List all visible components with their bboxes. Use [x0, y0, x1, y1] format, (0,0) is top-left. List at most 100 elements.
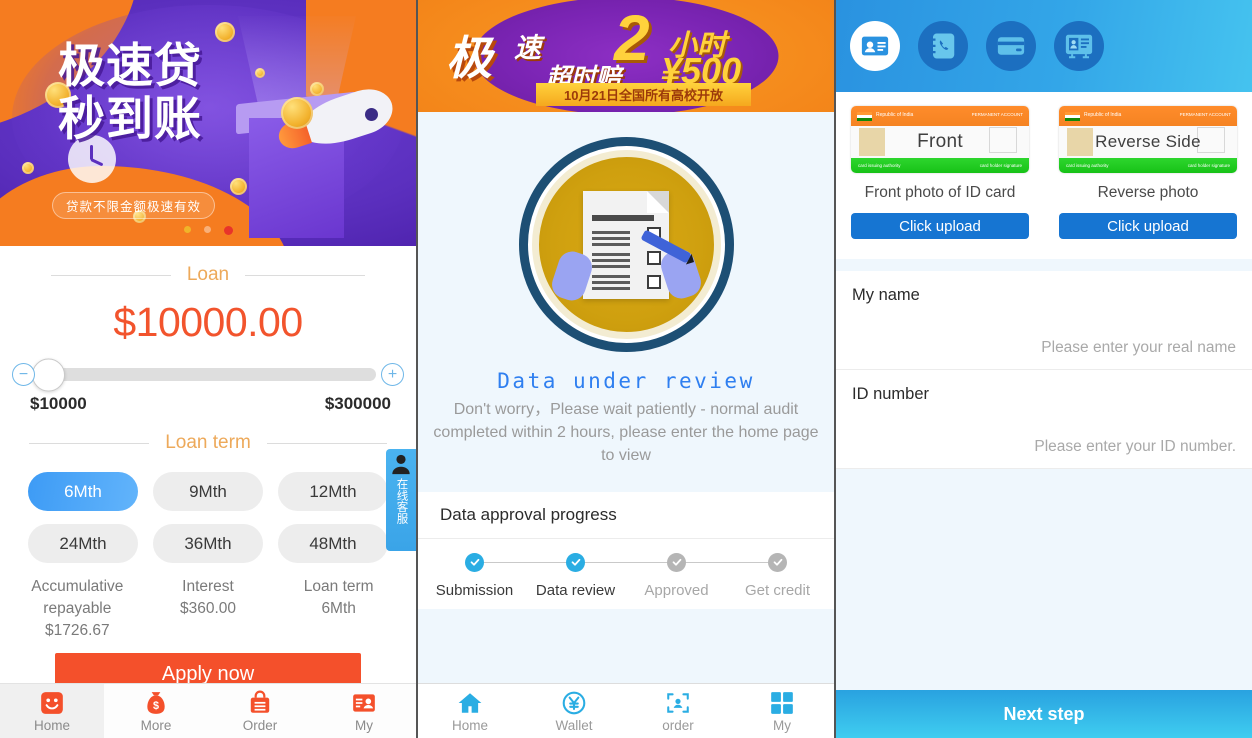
header-step-phone-contacts[interactable]: [918, 21, 968, 71]
promo-ribbon-text: 10月21日全国所有高校开放: [536, 83, 751, 106]
promo-banner[interactable]: 极 速 2 小时 超时赔 ¥500 10月21日全国所有高校开放: [418, 0, 834, 112]
term-option-12mth[interactable]: 12Mth: [277, 472, 388, 511]
loan-term-section-header: Loan term: [0, 432, 416, 454]
loan-section-header: Loan: [0, 264, 416, 286]
tab-label: Home: [33, 717, 70, 733]
id-card-top-right: PERMANENT ACCOUNT: [1179, 112, 1231, 117]
id-card-middle: Reverse Side: [1059, 126, 1237, 158]
upload-reverse-button[interactable]: Click upload: [1059, 213, 1237, 239]
next-step-button[interactable]: Next step: [836, 690, 1252, 738]
bottom-tabbar[interactable]: Home $ More Order My: [0, 683, 416, 738]
promo-word-2: 速: [514, 33, 541, 63]
step-check-icon: [566, 552, 585, 572]
step-check-icon: [465, 552, 484, 572]
id-card-bottom-band: card issuing authority card holder signa…: [1059, 158, 1237, 173]
step-approved: Approved: [626, 552, 778, 599]
upload-front-caption: Front photo of ID card: [864, 184, 1016, 201]
term-option-9mth[interactable]: 9Mth: [152, 472, 263, 511]
doc-line: [592, 230, 630, 234]
upload-front: Republic of India PERMANENT ACCOUNT Fron…: [836, 106, 1044, 239]
tab-my[interactable]: My: [730, 684, 834, 738]
review-illustration: [518, 137, 734, 352]
increase-amount-button[interactable]: +: [381, 363, 404, 386]
yen-circle-icon: [562, 691, 586, 714]
id-signature-box: [1197, 127, 1225, 153]
carousel-dot-1[interactable]: [183, 226, 191, 233]
doc-line: [592, 236, 630, 240]
loan-app-panel: 极速贷 秒到账 贷款不限金额极速有效 Loan $10000.00 − + $1…: [0, 0, 418, 738]
banner-title-line1: 极速贷: [58, 39, 202, 92]
verification-step-header[interactable]: [836, 0, 1252, 92]
step-connector: [575, 561, 677, 564]
id-card-reverse-preview: Republic of India PERMANENT ACCOUNT Reve…: [1059, 106, 1237, 173]
upload-front-button[interactable]: Click upload: [851, 213, 1029, 239]
doc-line: [592, 252, 630, 256]
house-icon: [458, 692, 482, 713]
field-label: My name: [852, 286, 920, 304]
rocket-window-icon: [365, 108, 378, 121]
header-step-certificate-card[interactable]: [1054, 21, 1104, 71]
banner-title-line2: 秒到账: [58, 91, 202, 145]
coin-icon: [281, 97, 313, 129]
smiley-face-icon: [41, 691, 63, 714]
term-option-48mth[interactable]: 48Mth: [277, 524, 388, 563]
loan-amount-slider-track[interactable]: [32, 358, 376, 391]
promo-banner-carousel[interactable]: 极速贷 秒到账 贷款不限金额极速有效: [0, 0, 416, 246]
doc-line: [592, 264, 630, 268]
doc-line: [592, 286, 630, 290]
id-card-country: Republic of India: [1084, 112, 1122, 118]
tab-order[interactable]: Order: [208, 684, 312, 738]
identity-verification-panel: Republic of India PERMANENT ACCOUNT Fron…: [836, 0, 1252, 738]
review-illustration-inner: [531, 150, 721, 339]
loan-min-label: $10000: [30, 394, 87, 413]
term-option-6mth[interactable]: 6Mth: [28, 472, 138, 511]
step-get-credit: Get credit: [727, 552, 828, 599]
summary-title: Loan term: [303, 578, 374, 595]
name-input[interactable]: Please enter your real name: [852, 339, 1236, 357]
checkbox-empty-icon: [647, 274, 661, 289]
carousel-dot-3[interactable]: [223, 226, 233, 235]
id-card-bottom-band: card issuing authority card holder signa…: [851, 158, 1029, 173]
doc-line: [592, 242, 630, 246]
checkbox-checked-icon: [647, 250, 661, 265]
carousel-dot-2[interactable]: [203, 226, 211, 233]
certificate-card-icon: [1065, 34, 1093, 59]
tab-my[interactable]: My: [312, 684, 416, 738]
doc-line: [592, 274, 630, 278]
term-option-36mth[interactable]: 36Mth: [152, 524, 263, 563]
id-card-bottom-left: card issuing authority: [1066, 163, 1109, 168]
review-status-description: Don't worry，Please wait patiently - norm…: [433, 401, 819, 465]
coin-icon: [310, 82, 324, 96]
step-label: Submission: [435, 581, 514, 599]
customer-service-agent-icon: [392, 454, 410, 475]
field-my-name[interactable]: My name Please enter your real name: [836, 271, 1252, 370]
carousel-dots[interactable]: [0, 226, 416, 235]
tab-home[interactable]: Home: [0, 684, 104, 738]
tab-more[interactable]: $ More: [104, 684, 208, 738]
shopping-bag-icon: [250, 690, 270, 713]
header-step-id-card[interactable]: [850, 21, 900, 71]
bottom-tabbar[interactable]: Home Wallet order My: [418, 683, 834, 738]
tab-order[interactable]: order: [626, 684, 730, 738]
header-step-bank-card[interactable]: [986, 21, 1036, 71]
id-photo-placeholder: [859, 128, 885, 156]
step-label: Get credit: [744, 581, 811, 599]
id-number-input[interactable]: Please enter your ID number.: [852, 438, 1236, 456]
term-option-24mth[interactable]: 24Mth: [28, 524, 138, 563]
id-card-icon: [861, 36, 889, 56]
tab-home[interactable]: Home: [418, 684, 522, 738]
id-card-bottom-left: card issuing authority: [858, 163, 901, 168]
doc-line: [592, 258, 630, 262]
summary-title: Interest: [182, 578, 234, 595]
field-id-number[interactable]: ID number Please enter your ID number.: [836, 370, 1252, 469]
loan-amount-slider-handle[interactable]: [32, 358, 65, 391]
loan-term-options[interactable]: 6Mth 9Mth 12Mth 24Mth 36Mth 48Mth: [0, 454, 416, 563]
tab-wallet[interactable]: Wallet: [522, 684, 626, 738]
loan-amount-slider-row[interactable]: − +: [0, 358, 416, 391]
id-card-bottom-right: card holder signature: [1187, 163, 1230, 168]
id-card-top-right: PERMANENT ACCOUNT: [971, 112, 1023, 117]
online-customer-service-widget[interactable]: 在线客服: [386, 449, 416, 551]
summary-accumulative-repayable: Accumulative repayable $1726.67: [12, 576, 143, 642]
decrease-amount-button[interactable]: −: [12, 363, 35, 386]
loan-summary: Accumulative repayable $1726.67 Interest…: [0, 563, 416, 642]
